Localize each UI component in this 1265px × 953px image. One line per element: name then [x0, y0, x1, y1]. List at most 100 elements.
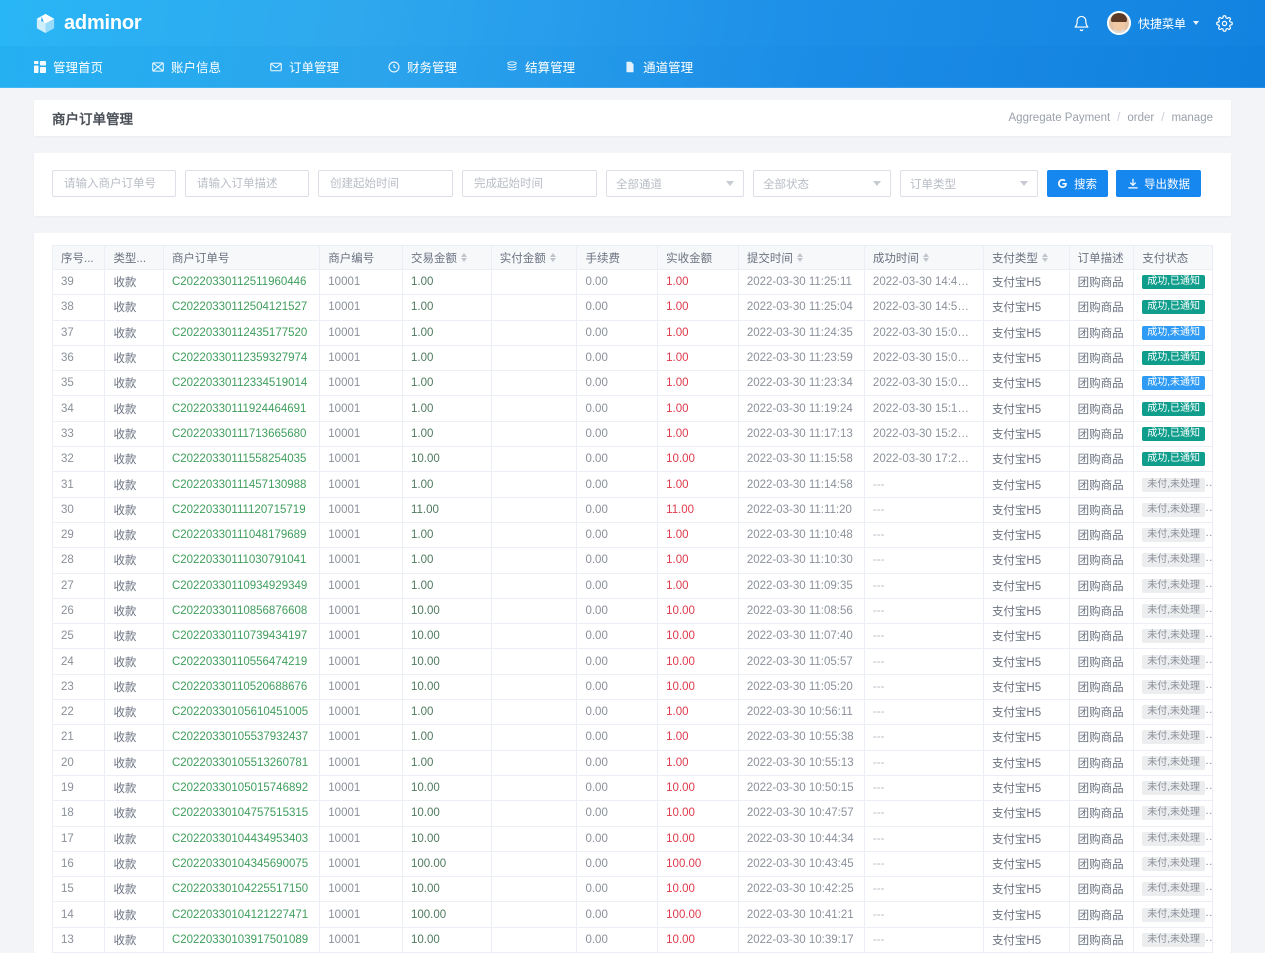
cell-order-no[interactable]: C20220330112334519014: [163, 371, 319, 396]
col-submit-time[interactable]: 提交时间: [738, 246, 864, 270]
table-row[interactable]: 31收款C20220330111457130988100011.000.001.…: [53, 472, 1213, 497]
cell-order-no[interactable]: C20220330110856876608: [163, 598, 319, 623]
col-index[interactable]: 序号...: [53, 246, 105, 270]
table-row[interactable]: 18收款C202203301047575153151000110.000.001…: [53, 801, 1213, 826]
sort-icon[interactable]: [550, 253, 556, 262]
table-row[interactable]: 20收款C20220330105513260781100011.000.001.…: [53, 750, 1213, 775]
table-row[interactable]: 19收款C202203301050157468921000110.000.001…: [53, 775, 1213, 800]
cell-order-no[interactable]: C20220330105015746892: [163, 775, 319, 800]
finish-start-time-input[interactable]: [472, 177, 587, 191]
table-row[interactable]: 28收款C20220330111030791041100011.000.001.…: [53, 548, 1213, 573]
col-order-desc[interactable]: 订单描述: [1069, 246, 1134, 270]
cell-order-no[interactable]: C20220330104757515315: [163, 801, 319, 826]
nav-item-channel[interactable]: 通道管理: [624, 57, 709, 76]
cell-order-no[interactable]: C20220330111558254035: [163, 447, 319, 472]
table-row[interactable]: 34收款C20220330111924464691100011.000.001.…: [53, 396, 1213, 421]
table-row[interactable]: 26收款C202203301108568766081000110.000.001…: [53, 598, 1213, 623]
nav-item-account[interactable]: 账户信息: [152, 57, 237, 76]
cell-order-no[interactable]: C20220330112504121527: [163, 295, 319, 320]
table-row[interactable]: 21收款C20220330105537932437100011.000.001.…: [53, 725, 1213, 750]
col-paid-amount[interactable]: 实付金额: [491, 246, 577, 270]
table-row[interactable]: 22收款C20220330105610451005100011.000.001.…: [53, 700, 1213, 725]
cell-order-no[interactable]: C20220330103917501089: [163, 927, 319, 952]
bell-icon[interactable]: [1073, 15, 1090, 32]
user-menu[interactable]: 快捷菜单: [1107, 11, 1199, 35]
table-row[interactable]: 17收款C202203301044349534031000110.000.001…: [53, 826, 1213, 851]
cell-order-no[interactable]: C20220330104225517150: [163, 877, 319, 902]
cell-order-no[interactable]: C20220330110934929349: [163, 573, 319, 598]
cell-order-no[interactable]: C20220330112511960446: [163, 270, 319, 295]
sort-icon[interactable]: [797, 253, 803, 262]
cell-order-no[interactable]: C20220330104121227471: [163, 902, 319, 927]
search-order-desc-input[interactable]: [195, 177, 299, 191]
channel-select[interactable]: 全部通道: [606, 170, 744, 197]
col-pay-status[interactable]: 支付状态: [1134, 246, 1213, 270]
status-select[interactable]: 全部状态: [753, 170, 891, 197]
gear-icon[interactable]: [1216, 15, 1233, 32]
table-row[interactable]: 38收款C20220330112504121527100011.000.001.…: [53, 295, 1213, 320]
order-type-select[interactable]: 订单类型: [900, 170, 1038, 197]
search-button[interactable]: 搜索: [1047, 170, 1108, 197]
table-row[interactable]: 23收款C202203301105206886761000110.000.001…: [53, 674, 1213, 699]
finish-start-time-field[interactable]: [462, 170, 597, 197]
order-no-field[interactable]: [52, 170, 176, 197]
col-received-amount[interactable]: 实收金额: [658, 246, 739, 270]
order-desc-field[interactable]: [185, 170, 309, 197]
table-row[interactable]: 15收款C202203301042255171501000110.000.001…: [53, 877, 1213, 902]
col-merchant-no[interactable]: 商户编号: [320, 246, 403, 270]
table-row[interactable]: 33收款C20220330111713665680100011.000.001.…: [53, 421, 1213, 446]
create-start-time-field[interactable]: [318, 170, 453, 197]
cell-order-no[interactable]: C20220330111457130988: [163, 472, 319, 497]
col-success-time[interactable]: 成功时间: [864, 246, 983, 270]
cell-order-no[interactable]: C20220330104345690075: [163, 851, 319, 876]
cell-order-no[interactable]: C20220330111048179689: [163, 522, 319, 547]
cell-order-no[interactable]: C20220330104434953403: [163, 826, 319, 851]
cell-order-no[interactable]: C20220330110739434197: [163, 624, 319, 649]
sort-icon[interactable]: [923, 253, 929, 262]
table-row[interactable]: 25收款C202203301107394341971000110.000.001…: [53, 624, 1213, 649]
cell-order-no[interactable]: C20220330111713665680: [163, 421, 319, 446]
cell-index: 16: [53, 851, 105, 876]
cell-order-no[interactable]: C20220330110520688676: [163, 674, 319, 699]
table-row[interactable]: 39收款C20220330112511960446100011.000.001.…: [53, 270, 1213, 295]
nav-item-label: 管理首页: [53, 57, 103, 76]
table-row[interactable]: 36收款C20220330112359327974100011.000.001.…: [53, 345, 1213, 370]
sort-icon[interactable]: [1042, 253, 1048, 262]
table-row[interactable]: 35收款C20220330112334519014100011.000.001.…: [53, 371, 1213, 396]
cell-order-no[interactable]: C20220330105537932437: [163, 725, 319, 750]
cell-order-no[interactable]: C20220330111924464691: [163, 396, 319, 421]
search-order-no-input[interactable]: [62, 177, 166, 191]
col-amount[interactable]: 交易金额: [402, 246, 491, 270]
cell-order-no[interactable]: C20220330111030791041: [163, 548, 319, 573]
create-start-time-input[interactable]: [328, 177, 443, 191]
cell-order-no[interactable]: C20220330105513260781: [163, 750, 319, 775]
table-row[interactable]: 30收款C202203301111207157191000111.000.001…: [53, 497, 1213, 522]
cell-order-no[interactable]: C20220330110556474219: [163, 649, 319, 674]
nav-item-order[interactable]: 订单管理: [270, 57, 355, 76]
table-row[interactable]: 37收款C20220330112435177520100011.000.001.…: [53, 320, 1213, 345]
cell-order-no[interactable]: C20220330112359327974: [163, 345, 319, 370]
table-row[interactable]: 13收款C202203301039175010891000110.000.001…: [53, 927, 1213, 952]
col-type[interactable]: 类型...: [105, 246, 164, 270]
nav-item-finance[interactable]: 财务管理: [388, 57, 473, 76]
table-row[interactable]: 14收款C2022033010412122747110001100.000.00…: [53, 902, 1213, 927]
table-row[interactable]: 24收款C202203301105564742191000110.000.001…: [53, 649, 1213, 674]
cell-order-no[interactable]: C20220330105610451005: [163, 700, 319, 725]
table-row[interactable]: 32收款C202203301115582540351000110.000.001…: [53, 447, 1213, 472]
table-row[interactable]: 16收款C2022033010434569007510001100.000.00…: [53, 851, 1213, 876]
nav-item-dashboard[interactable]: 管理首页: [34, 57, 119, 76]
cell-order-no[interactable]: C20220330112435177520: [163, 320, 319, 345]
cell-submit-time: 2022-03-30 11:19:24: [738, 396, 864, 421]
cell-order-no[interactable]: C20220330111120715719: [163, 497, 319, 522]
sort-icon[interactable]: [461, 253, 467, 262]
col-order-no[interactable]: 商户订单号: [163, 246, 319, 270]
breadcrumb-item-order[interactable]: order: [1127, 112, 1154, 124]
table-row[interactable]: 29收款C20220330111048179689100011.000.001.…: [53, 522, 1213, 547]
col-fee[interactable]: 手续费: [577, 246, 658, 270]
col-pay-type[interactable]: 支付类型: [983, 246, 1069, 270]
table-row[interactable]: 27收款C20220330110934929349100011.000.001.…: [53, 573, 1213, 598]
nav-item-settlement[interactable]: 结算管理: [506, 57, 591, 76]
breadcrumb-item-root[interactable]: Aggregate Payment: [1009, 112, 1111, 124]
export-button[interactable]: 导出数据: [1116, 170, 1201, 197]
brand-logo[interactable]: adminor: [34, 12, 142, 35]
